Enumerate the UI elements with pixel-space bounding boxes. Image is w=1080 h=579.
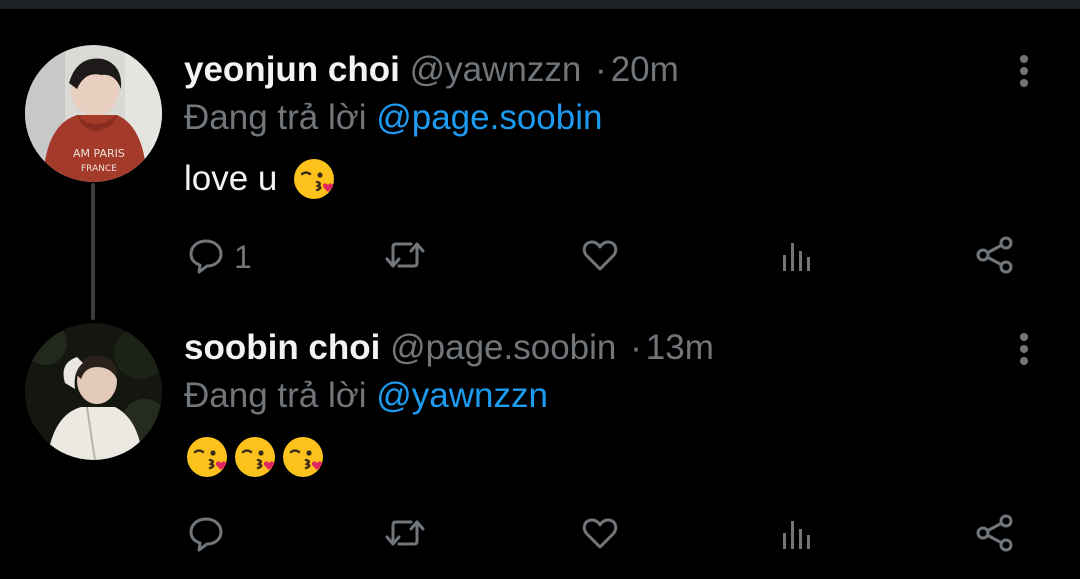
- display-name[interactable]: yeonjun choi: [184, 50, 400, 89]
- avatar[interactable]: AM PARIS FRANCE: [25, 45, 162, 182]
- like-button[interactable]: [580, 513, 620, 557]
- separator-dot: ·: [630, 328, 642, 367]
- share-icon: [974, 235, 1016, 280]
- retweet-icon: [383, 513, 427, 558]
- top-divider: [0, 0, 1080, 9]
- retweet-button[interactable]: [383, 513, 427, 557]
- tweet-text: [184, 433, 328, 481]
- stats-button[interactable]: [779, 235, 815, 279]
- reply-count: 1: [234, 238, 252, 275]
- tweet-header: soobin choi @page.soobin · 13m: [184, 326, 714, 370]
- avatar[interactable]: [25, 323, 162, 460]
- tweet[interactable]: soobin choi @page.soobin · 13m Đang trả l…: [0, 318, 1080, 568]
- svg-text:AM PARIS: AM PARIS: [73, 147, 125, 160]
- tweet[interactable]: AM PARIS FRANCE yeonjun choi @yawnzzn · 2…: [0, 40, 1080, 290]
- user-handle[interactable]: @yawnzzn: [410, 50, 582, 89]
- stats-button[interactable]: [779, 513, 815, 557]
- mention-link[interactable]: @yawnzzn: [376, 376, 548, 415]
- stats-icon: [779, 513, 815, 558]
- kiss-emoji-icon: [232, 433, 280, 481]
- mention-link[interactable]: @page.soobin: [376, 98, 602, 137]
- share-icon: [974, 513, 1016, 558]
- heart-icon: [580, 235, 620, 280]
- kiss-emoji-icon: [291, 155, 339, 203]
- replying-to: Đang trả lời @page.soobin: [184, 96, 602, 140]
- reply-button[interactable]: [186, 513, 234, 557]
- replying-to: Đang trả lời @yawnzzn: [184, 374, 548, 418]
- reply-icon: [186, 513, 226, 558]
- tweet-actions: 1: [0, 235, 1080, 279]
- user-handle[interactable]: @page.soobin: [390, 328, 616, 367]
- stats-icon: [779, 235, 815, 280]
- tweet-header: yeonjun choi @yawnzzn · 20m: [184, 48, 679, 92]
- kiss-emoji-icon: [280, 433, 328, 481]
- more-vertical-icon[interactable]: [1010, 332, 1038, 368]
- tweet-text: love u: [184, 155, 339, 203]
- tweet-actions: [0, 513, 1080, 557]
- like-button[interactable]: [580, 235, 620, 279]
- display-name[interactable]: soobin choi: [184, 328, 380, 367]
- kiss-emoji-icon: [184, 433, 232, 481]
- svg-text:FRANCE: FRANCE: [81, 164, 117, 174]
- more-vertical-icon[interactable]: [1010, 54, 1038, 90]
- share-button[interactable]: [974, 513, 1016, 557]
- timestamp[interactable]: 13m: [646, 328, 714, 367]
- emoji-row: [184, 433, 328, 481]
- reply-button[interactable]: 1: [186, 235, 252, 279]
- reply-icon: [186, 235, 226, 280]
- timestamp[interactable]: 20m: [611, 50, 679, 89]
- retweet-button[interactable]: [383, 235, 427, 279]
- separator-dot: ·: [595, 50, 607, 89]
- share-button[interactable]: [974, 235, 1016, 279]
- tweet-text-body: love u: [184, 159, 278, 198]
- replying-to-label: Đang trả lời: [184, 376, 367, 415]
- retweet-icon: [383, 235, 427, 280]
- replying-to-label: Đang trả lời: [184, 98, 367, 137]
- heart-icon: [580, 513, 620, 558]
